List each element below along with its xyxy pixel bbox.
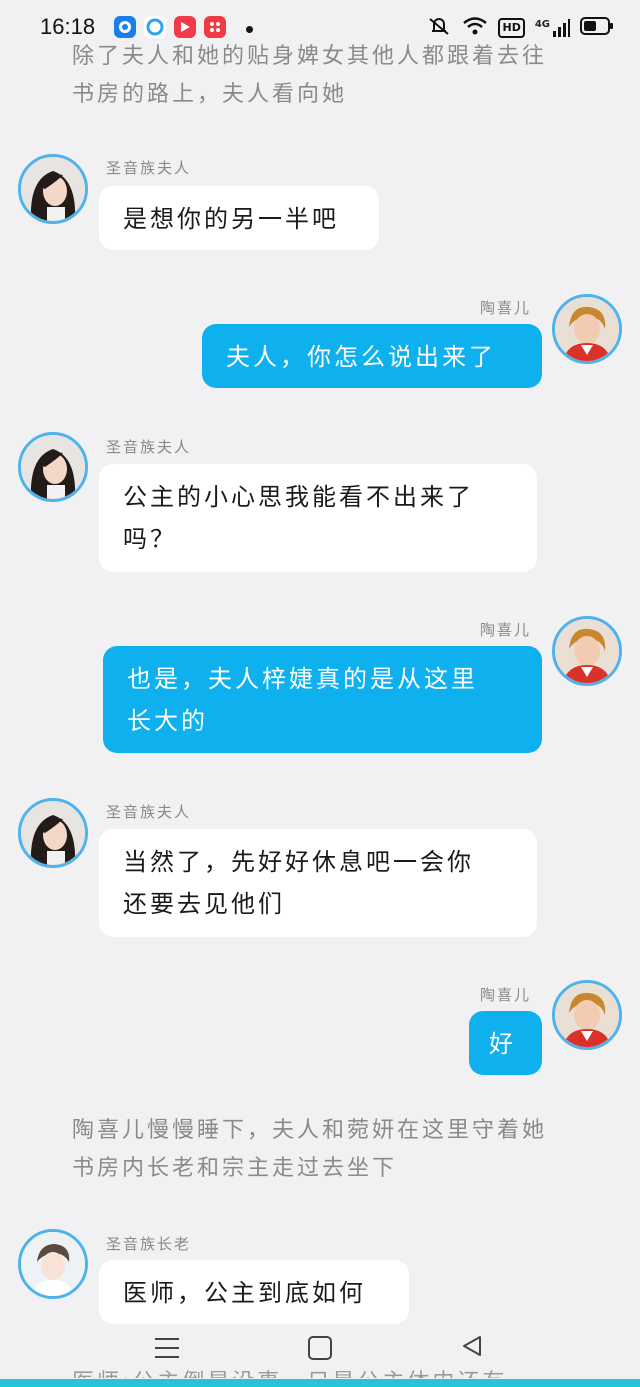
home-icon[interactable] (308, 1336, 332, 1360)
message-text: 也是，夫人梓婕真的是从这里 (127, 665, 478, 693)
wifi-icon (462, 16, 488, 40)
narration-text: 陶喜儿慢慢睡下，夫人和菀妍在这里守着她 书房内长老和宗主走过去坐下 (72, 1112, 582, 1188)
message-text: 吗？ (123, 525, 177, 553)
speaker-name: 圣音族夫人 (106, 803, 192, 821)
message-text: 夫人，你怎么说出来了 (226, 343, 496, 371)
portrait-woman-icon (555, 983, 619, 1047)
portrait-woman-icon (555, 297, 619, 361)
battery-icon (580, 17, 614, 39)
avatar-madam[interactable] (18, 154, 88, 224)
speaker-name: 圣音族长老 (106, 1235, 192, 1253)
speaker-name: 圣音族夫人 (106, 159, 192, 177)
avatar-madam[interactable] (18, 432, 88, 502)
message-text: 当然了，先好好休息吧一会你 (123, 848, 474, 876)
avatar-elder[interactable] (18, 1229, 88, 1299)
message-bubble[interactable]: 夫人，你怎么说出来了 (202, 324, 542, 388)
message-text: 还要去见他们 (123, 890, 285, 918)
hd-icon: HD (498, 18, 525, 38)
speaker-name: 陶喜儿 (480, 299, 532, 317)
network-type-label: 4G (534, 19, 550, 30)
bottom-accent-bar (0, 1379, 640, 1387)
portrait-woman-icon (21, 157, 85, 221)
message-bubble[interactable]: 公主的小心思我能看不出来了 吗？ (99, 464, 537, 572)
message-bubble[interactable]: 好 (469, 1011, 542, 1075)
message-text: 长大的 (127, 707, 208, 735)
menu-icon[interactable] (155, 1338, 179, 1358)
portrait-woman-icon (555, 619, 619, 683)
speaker-name: 陶喜儿 (480, 986, 532, 1004)
message-bubble[interactable]: 医师，公主到底如何 (99, 1260, 409, 1324)
portrait-woman-icon (21, 435, 85, 499)
message-text: 医师，公主到底如何 (123, 1279, 366, 1307)
taobao-icon (204, 16, 226, 38)
narration-text: 除了夫人和她的贴身婢女其他人都跟着去往 书房的路上，夫人看向她 (72, 38, 582, 114)
avatar-madam[interactable] (18, 798, 88, 868)
message-text: 公主的小心思我能看不出来了 (123, 483, 474, 511)
back-icon[interactable] (460, 1334, 484, 1362)
message-bubble[interactable]: 也是，夫人梓婕真的是从这里 长大的 (103, 646, 542, 753)
speaker-name: 陶喜儿 (480, 621, 532, 639)
narration-line: 除了夫人和她的贴身婢女其他人都跟着去往 (72, 44, 548, 69)
portrait-man-icon (21, 1232, 85, 1296)
narration-line: 书房的路上，夫人看向她 (72, 82, 348, 107)
avatar-tao-xier[interactable] (552, 980, 622, 1050)
notification-dot-icon (246, 26, 253, 33)
message-text: 好 (489, 1030, 516, 1058)
status-time: 16:18 (40, 14, 96, 39)
message-text: 是想你的另一半吧 (123, 205, 339, 233)
signal-4g-icon: 4G (535, 19, 570, 37)
qq-browser-icon (144, 16, 166, 38)
portrait-woman-icon (21, 801, 85, 865)
tencent-video-icon (114, 16, 136, 38)
narration-line: 书房内长老和宗主走过去坐下 (72, 1156, 398, 1181)
message-bubble[interactable]: 是想你的另一半吧 (99, 186, 379, 250)
message-bubble[interactable]: 当然了，先好好休息吧一会你 还要去见他们 (99, 829, 537, 937)
narration-line: 陶喜儿慢慢睡下，夫人和菀妍在这里守着她 (72, 1118, 548, 1143)
avatar-tao-xier[interactable] (552, 616, 622, 686)
video-player-icon (174, 16, 196, 38)
avatar-tao-xier[interactable] (552, 294, 622, 364)
speaker-name: 圣音族夫人 (106, 438, 192, 456)
